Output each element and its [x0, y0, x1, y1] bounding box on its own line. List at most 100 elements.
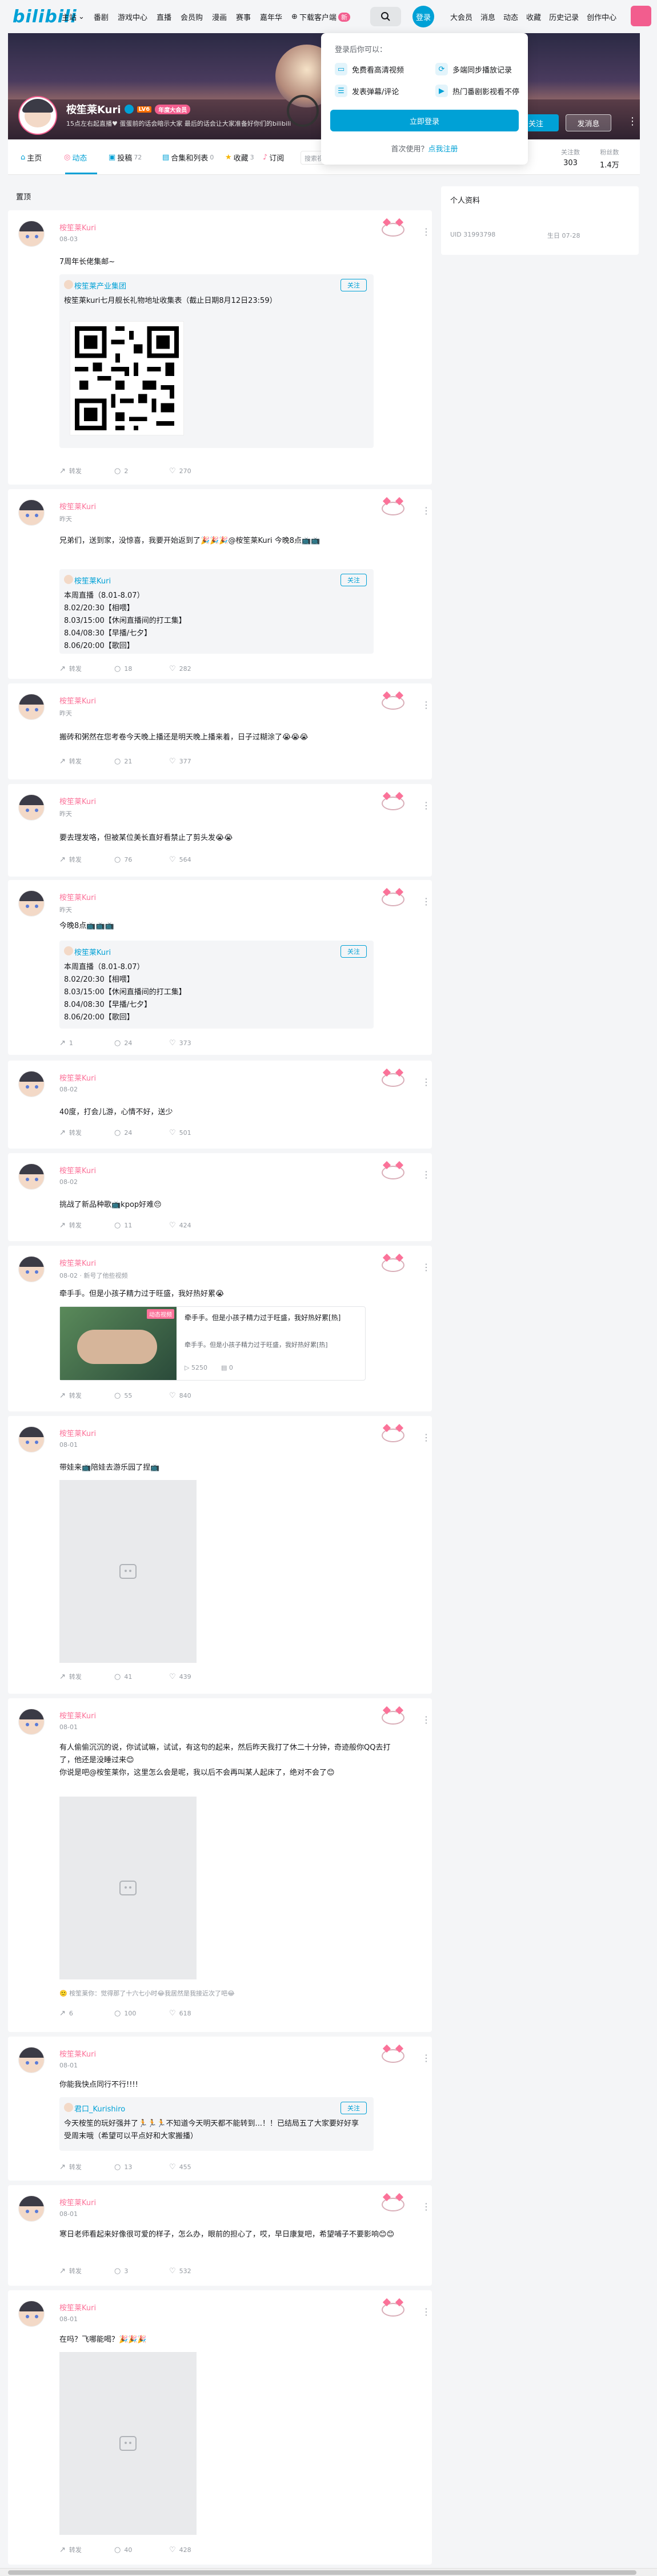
comment-button[interactable]: ○ 55 — [114, 1391, 169, 1400]
pinned-comment[interactable]: 🙂 桉笙莱你：觉得那了十六七小时😂我居然是我接近次了吧😂 — [59, 1989, 379, 1998]
share-button[interactable]: ↗ 1 — [59, 1039, 114, 1047]
like-button[interactable]: ♡ 439 — [169, 1672, 224, 1681]
nav-dynamics[interactable]: 动态 — [503, 11, 518, 22]
nav-favorites[interactable]: 收藏 — [526, 11, 541, 22]
comment-button[interactable]: ○ 11 — [114, 1221, 169, 1230]
more-icon[interactable]: ⋮ — [422, 226, 431, 237]
post-author[interactable]: 桉笙莱Kuri — [59, 1165, 96, 1175]
tab-favorites[interactable]: ★ 收藏 3 — [225, 152, 254, 163]
search-button[interactable] — [370, 7, 401, 26]
post-avatar[interactable] — [18, 1709, 45, 1735]
like-button[interactable]: ♡ 455 — [169, 2162, 224, 2171]
scrollbar-thumb[interactable] — [8, 2570, 636, 2575]
nav-link-mall[interactable]: 会员购 — [181, 11, 203, 22]
repost-author[interactable]: 桉笙莱Kuri — [74, 575, 111, 586]
nav-vip[interactable]: 大会员 — [450, 11, 472, 22]
comment-button[interactable]: ○ 76 — [114, 855, 169, 864]
more-icon[interactable]: ⋮ — [422, 1714, 431, 1725]
comment-button[interactable]: ○ 18 — [114, 664, 169, 673]
like-button[interactable]: ♡ 532 — [169, 2266, 224, 2275]
profile-avatar[interactable] — [19, 97, 56, 134]
comment-button[interactable]: ○ 21 — [114, 757, 169, 766]
nav-link-live[interactable]: 直播 — [157, 11, 171, 22]
share-button[interactable]: ↗ 转发 — [59, 1391, 114, 1400]
stat-followers[interactable]: 粉丝数 1.4万 — [600, 147, 619, 170]
login-avatar-button[interactable]: 登录 — [412, 6, 434, 27]
nav-history[interactable]: 历史记录 — [549, 11, 579, 22]
tab-dynamics[interactable]: ◎ 动态 — [64, 152, 87, 163]
share-button[interactable]: ↗ 转发 — [59, 1672, 114, 1681]
post-author[interactable]: 桉笙莱Kuri — [59, 1710, 96, 1721]
nav-link-esports[interactable]: 赛事 — [236, 11, 251, 22]
share-button[interactable]: ↗ 转发 — [59, 2266, 114, 2275]
nav-link-download[interactable]: ⊕ 下载客户端新 — [291, 11, 350, 22]
post-avatar[interactable] — [18, 1426, 45, 1453]
more-icon[interactable]: ⋮ — [422, 505, 431, 516]
comment-button[interactable]: ○ 3 — [114, 2266, 169, 2275]
more-icon[interactable]: ⋮ — [422, 1077, 431, 1087]
like-button[interactable]: ♡ 373 — [169, 1039, 224, 1047]
horizontal-scrollbar[interactable] — [0, 2568, 657, 2576]
repost-box[interactable]: 桉笙莱Kuri 关注 本周直播（8.01-8.07） 8.02/20:30【相喂… — [59, 569, 374, 654]
like-button[interactable]: ♡ 618 — [169, 2009, 224, 2018]
comment-button[interactable]: ○ 41 — [114, 1672, 169, 1681]
post-avatar[interactable] — [18, 499, 45, 526]
like-button[interactable]: ♡ 282 — [169, 664, 224, 673]
post-author[interactable]: 桉笙莱Kuri — [59, 501, 96, 511]
share-button[interactable]: ↗ 转发 — [59, 855, 114, 864]
upload-button[interactable] — [631, 6, 651, 26]
more-icon[interactable]: ⋮ — [422, 896, 431, 907]
like-button[interactable]: ♡ 424 — [169, 1221, 224, 1230]
like-button[interactable]: ♡ 270 — [169, 466, 224, 475]
more-icon[interactable]: ⋮ — [422, 2306, 431, 2317]
tab-uploads[interactable]: ▣ 投稿 72 — [109, 152, 142, 163]
post-author[interactable]: 桉笙莱Kuri — [59, 695, 96, 706]
post-author[interactable]: 桉笙莱Kuri — [59, 1257, 96, 1268]
post-author[interactable]: 桉笙莱Kuri — [59, 795, 96, 806]
repost-box[interactable]: 桉笙莱Kuri 关注 本周直播（8.01-8.07） 8.02/20:30【相喂… — [59, 941, 374, 1029]
share-button[interactable]: ↗ 转发 — [59, 2545, 114, 2554]
more-icon[interactable]: ⋮ — [422, 1169, 431, 1180]
tab-collections[interactable]: ▤ 合集和列表 0 — [162, 152, 214, 163]
share-button[interactable]: ↗ 6 — [59, 2009, 114, 2018]
repost-author[interactable]: 君口_Kurishiro — [74, 2103, 125, 2114]
post-avatar[interactable] — [18, 2195, 45, 2222]
repost-author[interactable]: 桉笙莱Kuri — [74, 946, 111, 957]
post-avatar[interactable] — [18, 1256, 45, 1282]
share-button[interactable]: ↗ 转发 — [59, 1128, 114, 1137]
post-avatar[interactable] — [18, 890, 45, 917]
nav-link-carnival[interactable]: 嘉年华 — [260, 11, 282, 22]
post-avatar[interactable] — [18, 2047, 45, 2073]
repost-author[interactable]: 桉笙莱产业集团 — [74, 280, 126, 291]
like-button[interactable]: ♡ 564 — [169, 855, 224, 864]
like-button[interactable]: ♡ 377 — [169, 757, 224, 766]
more-icon[interactable]: ⋮ — [422, 1262, 431, 1273]
post-avatar[interactable] — [18, 1163, 45, 1190]
comment-button[interactable]: ○ 100 — [114, 2009, 169, 2018]
post-avatar[interactable] — [18, 794, 45, 821]
repost-follow-button[interactable]: 关注 — [340, 2102, 367, 2114]
video-card[interactable]: 动态视频 牵手手。但是小孩子精力过于旺盛，我好热好累[热] 牵手手。但是小孩子精… — [59, 1306, 366, 1381]
tab-subscriptions[interactable]: ♪ 订阅 — [263, 152, 284, 163]
post-author[interactable]: 桉笙莱Kuri — [59, 2048, 96, 2059]
comment-button[interactable]: ○ 40 — [114, 2545, 169, 2554]
more-icon[interactable]: ⋮ — [627, 115, 638, 127]
post-author[interactable]: 桉笙莱Kuri — [59, 1072, 96, 1083]
nav-link-main[interactable]: 主站 ⌄ — [62, 11, 85, 22]
comment-button[interactable]: ○ 13 — [114, 2162, 169, 2171]
post-author[interactable]: 桉笙莱Kuri — [59, 1427, 96, 1438]
more-icon[interactable]: ⋮ — [422, 699, 431, 710]
share-button[interactable]: ↗ 转发 — [59, 2162, 114, 2171]
comment-button[interactable]: ○ 24 — [114, 1039, 169, 1047]
post-image[interactable] — [59, 2352, 197, 2535]
nav-link-anime[interactable]: 番剧 — [94, 11, 109, 22]
repost-follow-button[interactable]: 关注 — [340, 279, 367, 291]
more-icon[interactable]: ⋮ — [422, 1432, 431, 1443]
comment-button[interactable]: ○ 24 — [114, 1128, 169, 1137]
post-image[interactable] — [59, 1797, 197, 1979]
nav-link-manga[interactable]: 漫画 — [212, 11, 227, 22]
repost-box[interactable]: 君口_Kurishiro 关注 今天桉笙的玩好强并了🏃🏃🏃不知道今天明天都不能转… — [59, 2097, 374, 2151]
qr-code-image[interactable] — [70, 321, 184, 435]
share-button[interactable]: ↗ 转发 — [59, 1221, 114, 1230]
more-icon[interactable]: ⋮ — [422, 2053, 431, 2063]
